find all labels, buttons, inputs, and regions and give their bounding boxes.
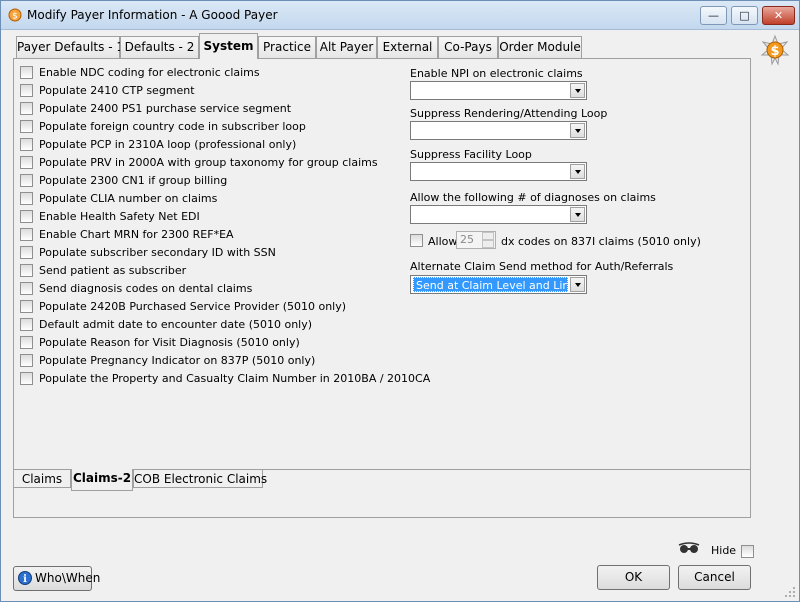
- info-icon: i: [18, 571, 32, 585]
- checkbox-label: Enable Health Safety Net EDI: [39, 210, 200, 223]
- checkbox[interactable]: [20, 300, 33, 313]
- close-button[interactable]: ✕: [762, 6, 795, 25]
- allow-spinner[interactable]: 25: [456, 231, 496, 249]
- allow-checkbox[interactable]: [410, 234, 423, 247]
- checkbox[interactable]: [20, 138, 33, 151]
- chevron-down-icon[interactable]: [570, 207, 585, 222]
- tab-defaults-2[interactable]: Defaults - 2: [120, 36, 199, 58]
- allow-spinner-value: 25: [460, 233, 474, 246]
- npi-label: Enable NPI on electronic claims: [410, 67, 583, 80]
- who-when-label: Who\When: [35, 571, 101, 585]
- alt-send-dropdown[interactable]: Send at Claim Level and Line L: [410, 275, 587, 294]
- checkbox[interactable]: [20, 282, 33, 295]
- facility-dropdown[interactable]: [410, 162, 587, 181]
- cancel-button[interactable]: Cancel: [678, 565, 751, 590]
- checkbox-label: Enable Chart MRN for 2300 REF*EA: [39, 228, 234, 241]
- checkbox[interactable]: [20, 228, 33, 241]
- checkbox-label: Populate Pregnancy Indicator on 837P (50…: [39, 354, 316, 367]
- checkbox-label: Populate foreign country code in subscri…: [39, 120, 306, 133]
- checkbox[interactable]: [20, 354, 33, 367]
- rendering-value: [413, 123, 568, 138]
- allow-suffix: dx codes on 837I claims (5010 only): [501, 235, 701, 248]
- checkbox-label: Populate subscriber secondary ID with SS…: [39, 246, 276, 259]
- checkbox[interactable]: [20, 336, 33, 349]
- checkbox-label: Populate Reason for Visit Diagnosis (501…: [39, 336, 300, 349]
- tab-payer-defaults-1[interactable]: Payer Defaults - 1: [16, 36, 124, 58]
- minimize-icon: —: [708, 9, 719, 22]
- checkbox[interactable]: [20, 66, 33, 79]
- tab-order-module[interactable]: Order Module: [498, 36, 582, 58]
- npi-value: [413, 83, 568, 98]
- spinner-up-icon[interactable]: [482, 232, 494, 240]
- checkbox-label: Send patient as subscriber: [39, 264, 187, 277]
- facility-label: Suppress Facility Loop: [410, 148, 532, 161]
- npi-dropdown[interactable]: [410, 81, 587, 100]
- checkbox[interactable]: [20, 318, 33, 331]
- checkbox-label: Enable NDC coding for electronic claims: [39, 66, 260, 79]
- checkbox[interactable]: [20, 120, 33, 133]
- tab-practice[interactable]: Practice: [258, 36, 316, 58]
- tab-cob-electronic-claims[interactable]: COB Electronic Claims: [133, 469, 267, 488]
- checkbox[interactable]: [20, 210, 33, 223]
- who-when-button[interactable]: i Who\When: [13, 566, 100, 591]
- rendering-label: Suppress Rendering/Attending Loop: [410, 107, 608, 120]
- diagnoses-dropdown[interactable]: [410, 205, 587, 224]
- maximize-button[interactable]: □: [731, 6, 758, 25]
- dollar-badge-icon: $: [760, 34, 790, 66]
- spinner-down-icon[interactable]: [482, 240, 494, 248]
- checkbox-label: Populate 2300 CN1 if group billing: [39, 174, 228, 187]
- ok-button[interactable]: OK: [597, 565, 670, 590]
- checkbox-label: Send diagnosis codes on dental claims: [39, 282, 253, 295]
- chevron-down-icon[interactable]: [570, 83, 585, 98]
- checkbox-label: Populate PCP in 2310A loop (professional…: [39, 138, 297, 151]
- chevron-down-icon[interactable]: [570, 123, 585, 138]
- facility-value: [413, 164, 568, 179]
- glasses-icon: [678, 542, 700, 553]
- checkbox[interactable]: [20, 84, 33, 97]
- tab-external[interactable]: External: [377, 36, 438, 58]
- diagnoses-value: [413, 207, 568, 222]
- checkbox-label: Default admit date to encounter date (50…: [39, 318, 313, 331]
- checkbox[interactable]: [20, 156, 33, 169]
- checkbox-label: Populate PRV in 2000A with group taxonom…: [39, 156, 378, 169]
- svg-text:$: $: [12, 12, 18, 22]
- checkbox-label: Populate 2400 PS1 purchase service segme…: [39, 102, 292, 115]
- hide-label: Hide: [711, 544, 737, 557]
- window-title: Modify Payer Information - A Goood Payer: [27, 8, 278, 22]
- alt-send-value: Send at Claim Level and Line L: [413, 277, 568, 292]
- checkbox[interactable]: [20, 174, 33, 187]
- diagnoses-label: Allow the following # of diagnoses on cl…: [410, 191, 656, 204]
- checkbox[interactable]: [20, 102, 33, 115]
- tab-system[interactable]: System: [199, 33, 258, 59]
- app-icon: $: [8, 8, 22, 22]
- alt-send-label: Alternate Claim Send method for Auth/Ref…: [410, 260, 674, 273]
- chevron-down-icon[interactable]: [570, 164, 585, 179]
- tab-alt-payer[interactable]: Alt Payer: [316, 36, 377, 58]
- checkbox[interactable]: [20, 372, 33, 385]
- close-icon: ✕: [773, 9, 784, 22]
- minimize-button[interactable]: —: [700, 6, 727, 25]
- checkbox-label: Populate CLIA number on claims: [39, 192, 218, 205]
- hide-checkbox[interactable]: [741, 545, 754, 558]
- checkbox[interactable]: [20, 264, 33, 277]
- checkbox[interactable]: [20, 246, 33, 259]
- checkbox-label: Populate 2420B Purchased Service Provide…: [39, 300, 347, 313]
- checkbox-label: Populate 2410 CTP segment: [39, 84, 195, 97]
- tab-claims[interactable]: Claims: [13, 469, 71, 488]
- svg-text:i: i: [23, 574, 27, 585]
- svg-text:$: $: [770, 44, 779, 59]
- chevron-down-icon[interactable]: [570, 277, 585, 292]
- title-bar: $ Modify Payer Information - A Goood Pay…: [1, 1, 799, 30]
- allow-label: Allow: [428, 235, 458, 248]
- checkbox[interactable]: [20, 192, 33, 205]
- tab-co-pays[interactable]: Co-Pays: [438, 36, 498, 58]
- tab-claims-2[interactable]: Claims-2: [71, 469, 133, 491]
- maximize-icon: □: [739, 9, 750, 22]
- resize-grip-icon[interactable]: [784, 586, 796, 598]
- rendering-dropdown[interactable]: [410, 121, 587, 140]
- allow-dx-row: Allow 25 dx codes on 837I claims (5010 o…: [410, 231, 710, 251]
- checkbox-label: Populate the Property and Casualty Claim…: [39, 372, 431, 385]
- modify-payer-window: $ Modify Payer Information - A Goood Pay…: [0, 0, 800, 602]
